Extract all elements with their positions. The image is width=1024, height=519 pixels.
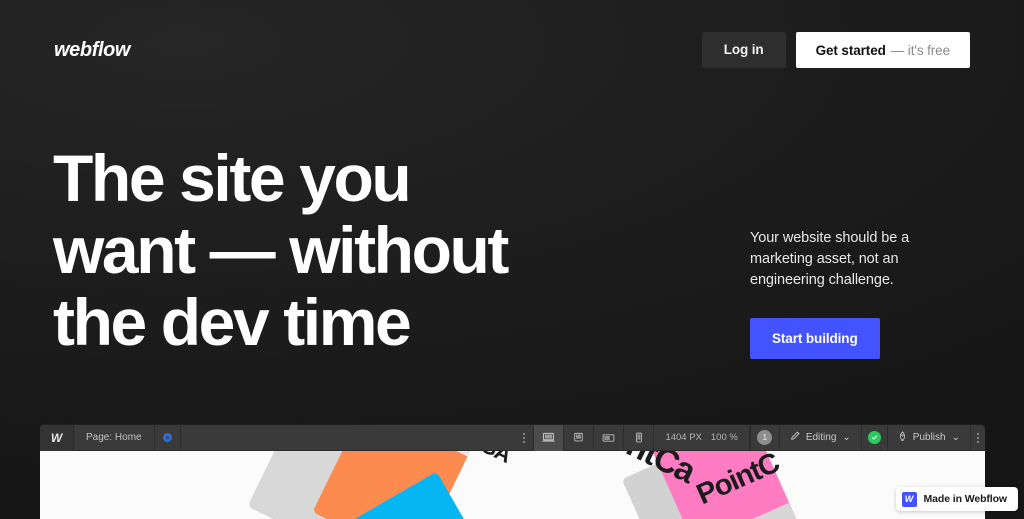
header-actions: Log in Get started — it's free <box>701 32 970 68</box>
login-button[interactable]: Log in <box>701 32 786 68</box>
webflow-badge-icon: W <box>901 491 917 507</box>
toolbar-more-icon[interactable] <box>971 425 985 451</box>
webflow-logo[interactable]: webflow <box>54 39 130 62</box>
made-in-webflow-label: Made in Webflow <box>923 493 1008 505</box>
card-orange-cap <box>364 451 483 457</box>
zoom-level-value: 100 % <box>710 432 738 443</box>
avatar-count: 1 <box>757 430 773 445</box>
start-building-button[interactable]: Start building <box>750 318 880 359</box>
get-started-label: Get started <box>815 42 886 58</box>
headline-line-1: The site you <box>53 141 412 215</box>
rocket-icon <box>898 430 907 445</box>
made-in-webflow-badge[interactable]: W Made in Webflow <box>895 487 1018 511</box>
device-desktop-icon[interactable] <box>534 425 565 451</box>
device-tablet-landscape-icon[interactable] <box>594 425 625 451</box>
collaborator-avatar[interactable]: 1 <box>749 425 780 451</box>
chevron-down-icon: ⌄ <box>842 432 851 443</box>
pencil-icon <box>790 431 800 444</box>
toolbar-left-group: W Page: Home <box>40 425 181 451</box>
headline-line-3: the dev time <box>53 285 412 359</box>
toolbar-right-group: 1 Editing ⌄ Publish ⌄ <box>749 425 985 451</box>
chevron-down-icon-publish: ⌄ <box>951 432 960 443</box>
viewport-size-readout[interactable]: 1404 PX 100 % <box>654 425 750 451</box>
device-mobile-icon[interactable] <box>624 425 655 451</box>
hero-subtext: Your website should be a marketing asset… <box>750 230 910 288</box>
page-selector[interactable]: Page: Home <box>74 425 155 451</box>
hero-headline: The site you want — without the dev time <box>53 142 673 358</box>
device-tablet-icon[interactable] <box>564 425 595 451</box>
publish-dropdown[interactable]: Publish ⌄ <box>888 425 971 451</box>
webflow-editor-panel: W Page: Home 1404 PX 100 % 1 Editing ⌄ P… <box>40 425 985 519</box>
toolbar-kebab-icon[interactable] <box>514 425 535 451</box>
editing-label: Editing <box>805 432 837 443</box>
preview-eye-icon[interactable] <box>155 425 181 451</box>
publish-label: Publish <box>912 432 946 443</box>
site-header: webflow Log in Get started — it's free <box>0 0 1024 100</box>
webflow-landing-page: webflow Log in Get started — it's free T… <box>0 0 1024 519</box>
save-status-indicator[interactable] <box>862 425 888 451</box>
editor-toolbar: W Page: Home 1404 PX 100 % 1 Editing ⌄ P… <box>40 425 985 451</box>
webflow-mark-icon[interactable]: W <box>40 425 74 451</box>
device-breakpoints <box>534 425 655 451</box>
viewport-width-value: 1404 PX <box>665 432 702 443</box>
card-label-gray: GA <box>476 451 514 468</box>
editing-mode-dropdown[interactable]: Editing ⌄ <box>780 425 862 451</box>
headline-line-2: want — without <box>53 213 509 287</box>
get-started-button[interactable]: Get started — it's free <box>795 32 970 68</box>
check-circle-icon <box>867 431 881 444</box>
get-started-subtext: — it's free <box>890 42 950 58</box>
hero-side-column: Your website should be a marketing asset… <box>750 228 950 359</box>
editor-canvas-preview[interactable]: GA ntCa PointC <box>40 451 985 519</box>
